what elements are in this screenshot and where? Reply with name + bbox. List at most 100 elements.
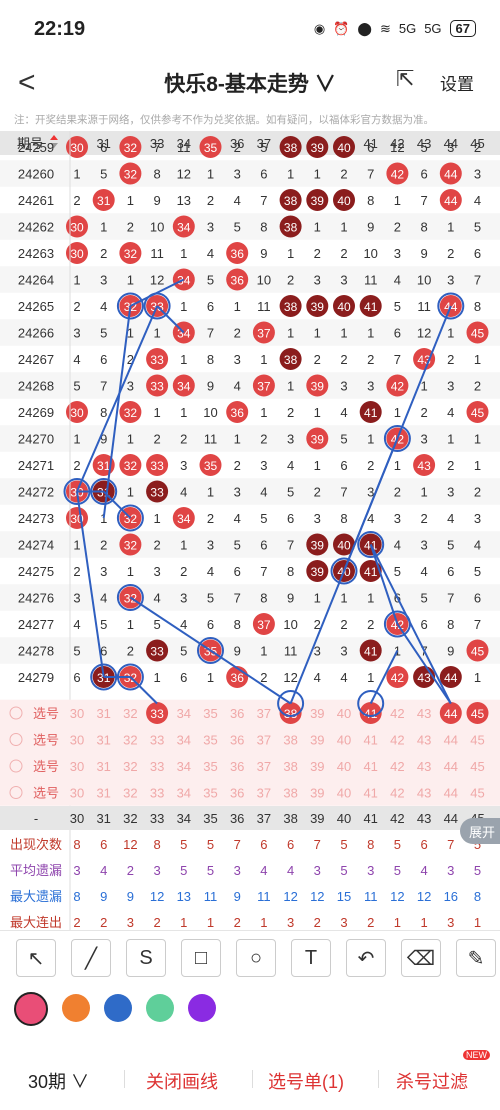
- select-ball[interactable]: 40: [337, 786, 351, 801]
- select-ball[interactable]: 43: [417, 759, 431, 774]
- select-ball[interactable]: 43: [417, 786, 431, 801]
- select-ball[interactable]: 44: [444, 786, 458, 801]
- close-lines-button[interactable]: 关闭画线: [146, 1068, 218, 1094]
- select-ball[interactable]: 31: [96, 706, 110, 721]
- omission-value: 9: [207, 379, 214, 394]
- select-ball[interactable]: 37: [257, 786, 271, 801]
- trend-grid[interactable]: 期号30313233343536373839404142434445242593…: [0, 0, 500, 930]
- select-ball[interactable]: 41: [363, 759, 377, 774]
- summary-value: 11: [204, 889, 218, 904]
- curve-icon[interactable]: S: [126, 939, 166, 977]
- select-ball[interactable]: 34: [177, 786, 191, 801]
- select-ball[interactable]: 42: [390, 706, 404, 721]
- select-ball[interactable]: 42: [390, 759, 404, 774]
- select-ball[interactable]: 36: [230, 733, 244, 748]
- select-ball[interactable]: 30: [70, 786, 84, 801]
- color-swatch[interactable]: [62, 994, 90, 1022]
- select-ball[interactable]: 35: [203, 706, 217, 721]
- select-ball[interactable]: 35: [203, 759, 217, 774]
- select-ball[interactable]: 32: [123, 733, 137, 748]
- clear-brush-icon[interactable]: ✎: [456, 939, 496, 977]
- select-ball[interactable]: 36: [230, 706, 244, 721]
- select-ball[interactable]: 39: [310, 759, 324, 774]
- summary-value: 5: [340, 837, 347, 852]
- omission-value: 3: [287, 432, 294, 447]
- select-ball[interactable]: 31: [96, 733, 110, 748]
- select-ball[interactable]: 45: [470, 786, 484, 801]
- select-ball[interactable]: 40: [337, 706, 351, 721]
- select-ball[interactable]: 42: [390, 786, 404, 801]
- select-ball[interactable]: 45: [470, 759, 484, 774]
- select-ball[interactable]: 30: [70, 733, 84, 748]
- select-row-label[interactable]: 选号: [33, 759, 59, 774]
- select-ball[interactable]: 39: [310, 706, 324, 721]
- color-swatch[interactable]: [104, 994, 132, 1022]
- selected-ball-number[interactable]: 44: [444, 707, 458, 721]
- filter-button[interactable]: 杀号过滤: [396, 1068, 468, 1094]
- select-ball[interactable]: 33: [150, 759, 164, 774]
- expand-button[interactable]: 展开: [460, 818, 500, 844]
- omission-value: 7: [420, 193, 427, 208]
- selection-list-button[interactable]: 选号单(1): [268, 1068, 344, 1094]
- rectangle-icon[interactable]: □: [181, 939, 221, 977]
- select-ball[interactable]: 45: [470, 733, 484, 748]
- select-ball[interactable]: 32: [123, 759, 137, 774]
- select-ball[interactable]: 33: [150, 786, 164, 801]
- select-ball[interactable]: 34: [177, 733, 191, 748]
- select-ball[interactable]: 30: [70, 759, 84, 774]
- omission-value: 6: [234, 564, 241, 579]
- select-ball[interactable]: 35: [203, 786, 217, 801]
- select-ball[interactable]: 44: [444, 759, 458, 774]
- select-ball[interactable]: 30: [70, 706, 84, 721]
- select-ball[interactable]: 37: [257, 759, 271, 774]
- line-icon[interactable]: ╱: [71, 939, 111, 977]
- summary-value: 4: [420, 863, 427, 878]
- summary-value: 6: [420, 837, 427, 852]
- select-ball[interactable]: 33: [150, 733, 164, 748]
- select-ball[interactable]: 38: [283, 786, 297, 801]
- eraser-icon[interactable]: ⌫: [401, 939, 441, 977]
- select-ball[interactable]: 38: [283, 733, 297, 748]
- select-ball[interactable]: 35: [203, 733, 217, 748]
- select-ball[interactable]: 41: [363, 733, 377, 748]
- select-ball[interactable]: 43: [417, 706, 431, 721]
- color-swatch[interactable]: [14, 992, 48, 1026]
- select-ball[interactable]: 40: [337, 733, 351, 748]
- select-row-label[interactable]: 选号: [33, 786, 59, 801]
- arrow-icon[interactable]: ↖: [16, 939, 56, 977]
- select-ball[interactable]: 40: [337, 759, 351, 774]
- select-ball[interactable]: 37: [257, 733, 271, 748]
- select-ball[interactable]: 37: [257, 706, 271, 721]
- period-select[interactable]: 30期 ∨: [28, 1068, 89, 1094]
- select-row-label[interactable]: 选号: [33, 733, 59, 748]
- ball-number: 44: [444, 194, 458, 208]
- select-ball[interactable]: 43: [417, 733, 431, 748]
- undo-icon[interactable]: ↶: [346, 939, 386, 977]
- select-ball[interactable]: 39: [310, 786, 324, 801]
- select-ball[interactable]: 38: [283, 759, 297, 774]
- omission-value: 8: [447, 617, 454, 632]
- selected-ball-number[interactable]: 45: [471, 707, 485, 721]
- select-ball[interactable]: 31: [96, 786, 110, 801]
- select-ball[interactable]: 36: [230, 759, 244, 774]
- select-ball[interactable]: 34: [177, 759, 191, 774]
- omission-value: 3: [207, 538, 214, 553]
- select-ball[interactable]: 31: [96, 759, 110, 774]
- text-icon[interactable]: T: [291, 939, 331, 977]
- summary-value: 3: [447, 915, 454, 930]
- select-ball[interactable]: 44: [444, 733, 458, 748]
- select-row-label[interactable]: 选号: [33, 706, 59, 721]
- omission-value: 2: [127, 644, 134, 659]
- color-swatch[interactable]: [188, 994, 216, 1022]
- select-ball[interactable]: 36: [230, 786, 244, 801]
- select-ball[interactable]: 41: [363, 786, 377, 801]
- select-ball[interactable]: 39: [310, 733, 324, 748]
- circle-icon[interactable]: ○: [236, 939, 276, 977]
- select-ball[interactable]: 34: [177, 706, 191, 721]
- select-ball[interactable]: 32: [123, 706, 137, 721]
- select-ball[interactable]: 42: [390, 733, 404, 748]
- color-swatch[interactable]: [146, 994, 174, 1022]
- select-ball[interactable]: 32: [123, 786, 137, 801]
- selected-ball-number[interactable]: 33: [150, 707, 164, 721]
- summary-value: 5: [394, 837, 401, 852]
